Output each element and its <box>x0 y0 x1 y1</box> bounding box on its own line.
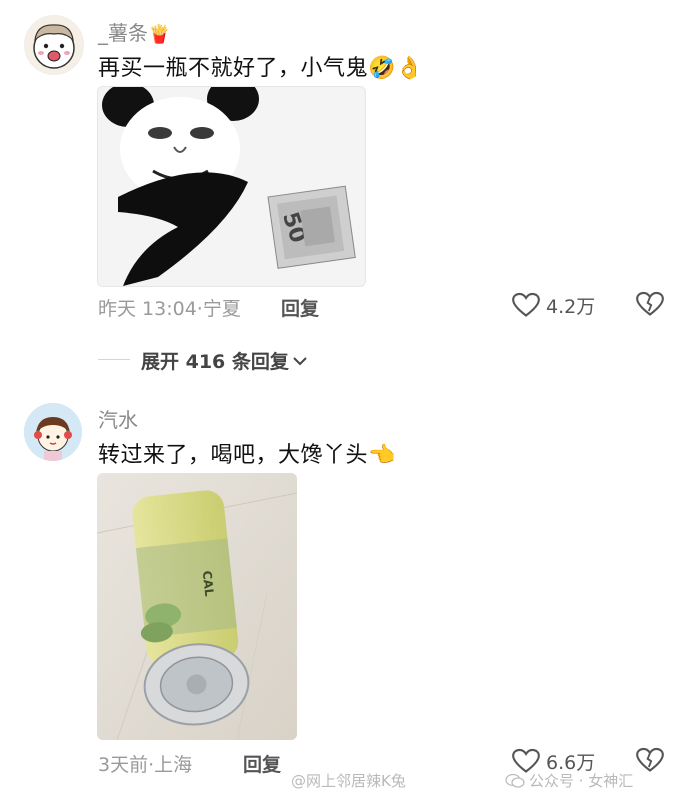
laughing-and-ok-emoji-icon: 🤣👌 <box>368 56 424 81</box>
comment-text: 转过来了，喝吧，大馋丫头👈 <box>98 437 396 469</box>
expand-replies-label: 展开 416 条回复 <box>141 351 289 373</box>
reply-button[interactable]: 回复 <box>243 750 281 777</box>
panda-meme-icon: 50 <box>98 87 365 286</box>
fries-emoji-icon: 🍟 <box>148 24 171 45</box>
comment-image-drink-bottle[interactable]: CAL <box>97 473 297 740</box>
dislike-button[interactable] <box>636 747 664 777</box>
username[interactable]: 汽水 <box>98 404 138 433</box>
avatar[interactable] <box>24 15 84 75</box>
wechat-icon <box>505 773 525 788</box>
watermark-wechat: 公众号 · 女神汇 <box>505 770 633 791</box>
avatar[interactable] <box>24 403 82 461</box>
heart-outline-icon <box>512 292 540 317</box>
like-count: 4.2万 <box>546 295 596 318</box>
svg-text:CAL: CAL <box>200 570 217 597</box>
timestamp: 昨天 13:04 <box>98 298 197 320</box>
location: 宁夏 <box>202 298 241 320</box>
pointing-hand-emoji-icon: 👈 <box>368 443 396 468</box>
broken-heart-icon <box>636 747 664 772</box>
watermark-weibo: @网上邻居辣K兔 <box>291 772 406 790</box>
location: 上海 <box>154 754 193 776</box>
expand-replies-button[interactable]: 展开 416 条回复 <box>141 347 308 374</box>
lemon-drink-bottle-icon: CAL <box>97 473 297 740</box>
dislike-button[interactable] <box>636 291 664 321</box>
watermark-wechat-text: 公众号 · 女神汇 <box>529 772 634 790</box>
username[interactable]: _薯条🍟 <box>98 17 170 46</box>
comment-text-body: 转过来了，喝吧，大馋丫头 <box>98 443 369 468</box>
comment-text: 再买一瓶不就好了，小气鬼🤣👌 <box>98 50 424 82</box>
comment-text-body: 再买一瓶不就好了，小气鬼 <box>98 56 369 81</box>
broken-heart-icon <box>636 291 664 316</box>
comment-meta: 3天前·上海 <box>98 750 192 777</box>
comment-meta: 昨天 13:04·宁夏 <box>98 294 241 321</box>
timestamp: 3天前 <box>98 754 149 776</box>
reply-button[interactable]: 回复 <box>281 294 319 321</box>
chevron-down-icon <box>293 356 307 365</box>
expand-divider <box>98 359 130 360</box>
like-button[interactable]: 4.2万 <box>512 290 595 320</box>
username-text: _薯条 <box>98 21 148 45</box>
comment-image-panda-meme[interactable]: 50 <box>97 86 366 287</box>
